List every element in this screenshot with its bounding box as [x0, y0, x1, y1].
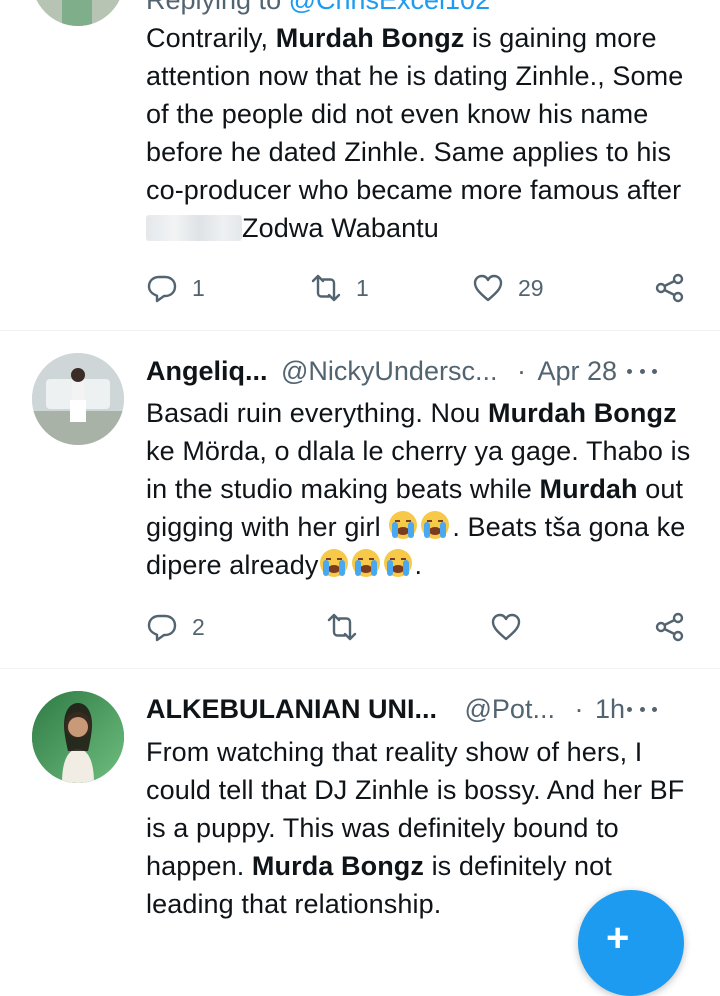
- more-icon[interactable]: [627, 691, 657, 727]
- share-icon: [655, 612, 684, 642]
- timestamp[interactable]: 1h: [595, 694, 625, 724]
- compose-button[interactable]: +: [578, 890, 684, 996]
- like-count: 29: [518, 274, 544, 301]
- retweet-icon: [327, 613, 357, 641]
- like-button[interactable]: [490, 609, 536, 645]
- separator-dot: ·: [574, 694, 584, 724]
- blurred-redaction: [146, 215, 242, 241]
- text-span: Contrarily,: [146, 23, 276, 53]
- crying-face-emoji: [421, 511, 450, 539]
- heart-icon: [491, 613, 521, 641]
- avatar[interactable]: [32, 691, 124, 783]
- tweet-text: Basadi ruin everything. Nou Murdah Bongz…: [146, 394, 706, 584]
- compose-icon: +: [606, 916, 630, 960]
- heart-icon: [473, 274, 503, 302]
- timestamp[interactable]: Apr 28: [538, 356, 618, 386]
- text-span: Zodwa Wabantu: [242, 213, 439, 243]
- reply-count: 2: [192, 613, 205, 640]
- text-span: .: [414, 550, 423, 580]
- retweet-button[interactable]: [326, 609, 372, 645]
- text-span: Basadi ruin everything. Nou: [146, 398, 488, 428]
- more-icon[interactable]: [627, 353, 657, 389]
- avatar[interactable]: [32, 0, 124, 26]
- reply-icon: [147, 614, 177, 642]
- reply-icon: [147, 275, 177, 303]
- reply-context: Replying to @ChrisExcel102: [146, 0, 691, 18]
- display-name[interactable]: ALKEBULANIAN UNI...: [146, 694, 437, 724]
- retweet-button[interactable]: 1: [310, 270, 369, 306]
- crying-face-emoji: [389, 511, 418, 539]
- retweet-icon: [311, 274, 341, 302]
- tweet-header: ALKEBULANIAN UNI... @Pot... · 1h: [146, 691, 691, 727]
- handle[interactable]: @NickyUndersc...: [281, 356, 497, 386]
- share-button[interactable]: [654, 609, 686, 645]
- share-icon: [655, 273, 684, 303]
- replying-to-label: Replying to: [146, 0, 282, 15]
- share-button[interactable]: [654, 270, 686, 306]
- handle[interactable]: @Pot...: [465, 694, 555, 724]
- like-button[interactable]: 29: [472, 270, 544, 306]
- reply-button[interactable]: 1: [146, 270, 205, 306]
- tweet-actions: 1 1 29: [146, 270, 691, 306]
- mention-bold: Murdah: [539, 474, 638, 504]
- crying-face-emoji: [383, 549, 412, 577]
- tweet-text: Contrarily, Murdah Bongz is gaining more…: [146, 19, 706, 247]
- tweet-1[interactable]: Replying to @ChrisExcel102 Contrarily, M…: [0, 0, 720, 330]
- display-name[interactable]: Angeliq...: [146, 356, 268, 386]
- reply-button[interactable]: 2: [146, 609, 205, 645]
- avatar[interactable]: [32, 353, 124, 445]
- reply-count: 1: [192, 274, 205, 301]
- retweet-count: 1: [356, 274, 369, 301]
- tweet-header: Angeliq... @NickyUndersc... · Apr 28: [146, 353, 691, 389]
- mention-bold: Murdah Bongz: [275, 23, 465, 53]
- separator-dot: ·: [516, 356, 526, 386]
- replying-to-handle[interactable]: @ChrisExcel102: [289, 0, 491, 15]
- mention-bold: Murdah Bongz: [488, 398, 677, 428]
- crying-face-emoji: [351, 549, 380, 577]
- mention-bold: Murda Bongz: [251, 851, 424, 881]
- tweet-actions: 2: [146, 609, 691, 645]
- crying-face-emoji: [319, 549, 348, 577]
- tweet-2[interactable]: Angeliq... @NickyUndersc... · Apr 28 Bas…: [0, 331, 720, 668]
